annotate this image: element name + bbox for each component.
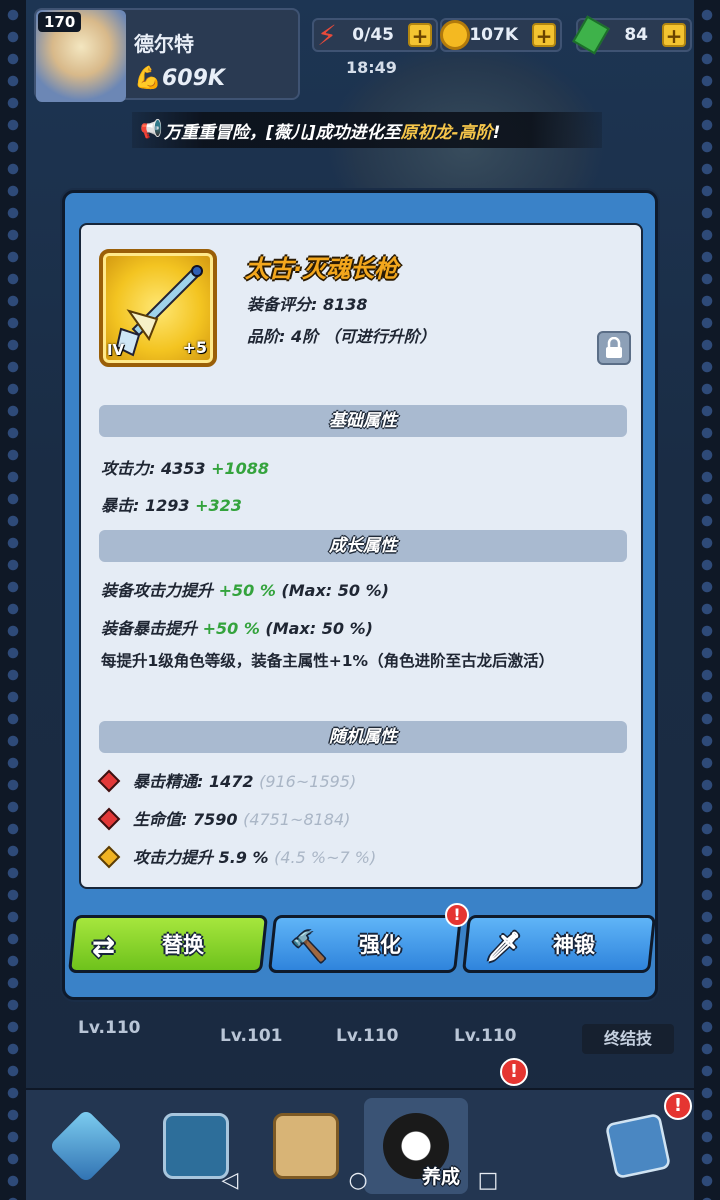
swap-icon: ⇄ — [91, 930, 116, 963]
announcement-text: 万重重冒险，[薇儿]成功进化至原初龙-高阶! — [164, 118, 500, 143]
section-base-stats: 基础属性 — [99, 405, 627, 437]
enhance-button[interactable]: 🔨 强化 — [267, 915, 463, 973]
replace-label: 替换 — [162, 933, 204, 957]
enhance-alert-badge: ! — [445, 903, 469, 927]
system-navigation-bar: ◁ ○ □ — [0, 1160, 720, 1200]
announcement-banner: 📢 万重重冒险，[薇儿]成功进化至原初龙-高阶! — [132, 112, 602, 148]
gem-icon — [572, 15, 610, 55]
hero-level-1: Lv.110 — [78, 1018, 141, 1038]
section-random-stats: 随机属性 — [99, 721, 627, 753]
equipment-detail-modal: IV +5 太古·灭魂长枪 装备评分: 8138 品阶: 4阶 （可进行升阶） … — [62, 190, 658, 1000]
player-name: 德尔特 — [134, 32, 194, 56]
hero-level-2: Lv.101 — [220, 1026, 283, 1046]
recent-apps-icon[interactable]: □ — [478, 1168, 499, 1193]
random-stat-crit-mastery: 暴击精通: 1472 (916~1595) — [97, 768, 357, 793]
energy-counter: ⚡ 0/45 + — [312, 18, 438, 52]
red-gem-icon — [97, 769, 121, 793]
hero-level-4: Lv.110 — [454, 1026, 517, 1046]
random-stat-2-value: 生命值: 7590 — [133, 810, 244, 829]
cards-alert-badge: ! — [664, 1092, 692, 1120]
replace-button[interactable]: ⇄ 替换 — [67, 915, 269, 973]
random-stat-3-value: 攻击力提升 5.9 % — [133, 848, 275, 867]
ultimate-skill-button[interactable]: 终结技 — [582, 1024, 674, 1054]
growth-crit-max: (Max: 50 %) — [259, 619, 373, 638]
develop-alert-badge: ! — [500, 1058, 528, 1086]
stat-crit-bonus: +323 — [195, 496, 242, 515]
energy-value: 0/45 — [352, 25, 394, 45]
player-profile[interactable]: 170 德尔特 💪 609K — [34, 8, 300, 102]
coin-icon — [436, 16, 474, 54]
item-name: 太古·灭魂长枪 — [245, 255, 399, 283]
stat-attack: 攻击力: 4353 +1088 — [101, 455, 269, 479]
left-dotted-border — [0, 0, 26, 1200]
stat-attack-value: 攻击力: 4353 — [101, 459, 212, 478]
growth-attack-bonus: +50 % — [218, 581, 276, 600]
announcement-suffix: ! — [492, 122, 501, 143]
gold-value: 107K — [469, 25, 518, 45]
lock-button[interactable] — [597, 331, 631, 365]
random-stat-1-range: (916~1595) — [259, 772, 357, 791]
enhance-level-tag: +5 — [182, 338, 207, 357]
growth-note: 每提升1级角色等级，装备主属性+1%（角色进阶至古龙后激活） — [101, 652, 555, 670]
gem-value: 84 — [624, 25, 648, 45]
red-gem-icon — [97, 807, 121, 831]
tier-tag: IV — [107, 341, 125, 359]
sword-icon: 🗡 — [485, 930, 522, 963]
divine-forge-button[interactable]: 🗡 神锻 — [461, 915, 657, 973]
announcement-highlight: 原初龙-高阶 — [400, 122, 493, 143]
random-stat-hp: 生命值: 7590 (4751~8184) — [97, 806, 351, 831]
hero-level-3: Lv.110 — [336, 1026, 399, 1046]
gem-counter: 84 + — [572, 15, 692, 55]
announcement-prefix: 万重重冒险，[薇儿]成功进化至 — [164, 122, 401, 143]
growth-attack: 装备攻击力提升 +50 % (Max: 50 %) — [101, 577, 389, 601]
gold-gem-icon — [97, 845, 121, 869]
horn-icon: 📢 — [140, 119, 163, 140]
power-value: 609K — [162, 66, 225, 91]
spear-icon: IV +5 — [99, 249, 217, 367]
right-dotted-border — [694, 0, 720, 1200]
stat-crit-value: 暴击: 1293 — [101, 496, 196, 515]
equipment-detail-card: IV +5 太古·灭魂长枪 装备评分: 8138 品阶: 4阶 （可进行升阶） … — [79, 223, 643, 889]
item-score: 装备评分: 8138 — [247, 295, 368, 314]
add-gem-button[interactable]: + — [662, 23, 686, 47]
section-growth-stats: 成长属性 — [99, 530, 627, 562]
random-stat-3-range: (4.5 %~7 %) — [274, 848, 377, 867]
random-stat-2-range: (4751~8184) — [243, 810, 351, 829]
random-stat-attack-pct: 攻击力提升 5.9 % (4.5 %~7 %) — [97, 844, 377, 869]
hammer-icon: 🔨 — [291, 930, 327, 963]
stat-crit: 暴击: 1293 +323 — [101, 492, 242, 516]
back-icon[interactable]: ◁ — [222, 1168, 239, 1193]
add-energy-button[interactable]: + — [408, 23, 432, 47]
forge-label: 神锻 — [553, 933, 595, 957]
add-gold-button[interactable]: + — [532, 23, 556, 47]
lightning-icon: ⚡ — [317, 18, 337, 52]
player-level: 170 — [38, 12, 82, 32]
enhance-label: 强化 — [359, 933, 401, 957]
growth-attack-label: 装备攻击力提升 — [101, 581, 219, 600]
muscle-icon: 💪 — [134, 66, 162, 91]
gold-counter: 107K + — [440, 18, 562, 52]
growth-crit-bonus: +50 % — [202, 619, 260, 638]
stat-attack-bonus: +1088 — [211, 459, 270, 478]
growth-crit: 装备暴击提升 +50 % (Max: 50 %) — [101, 615, 373, 639]
clock: 18:49 — [346, 58, 397, 77]
home-icon[interactable]: ○ — [348, 1168, 367, 1193]
random-stat-1-value: 暴击精通: 1472 — [133, 772, 260, 791]
growth-crit-label: 装备暴击提升 — [101, 619, 203, 638]
item-tier: 品阶: 4阶 （可进行升阶） — [247, 327, 436, 346]
growth-attack-max: (Max: 50 %) — [275, 581, 389, 600]
lock-icon — [606, 337, 622, 358]
